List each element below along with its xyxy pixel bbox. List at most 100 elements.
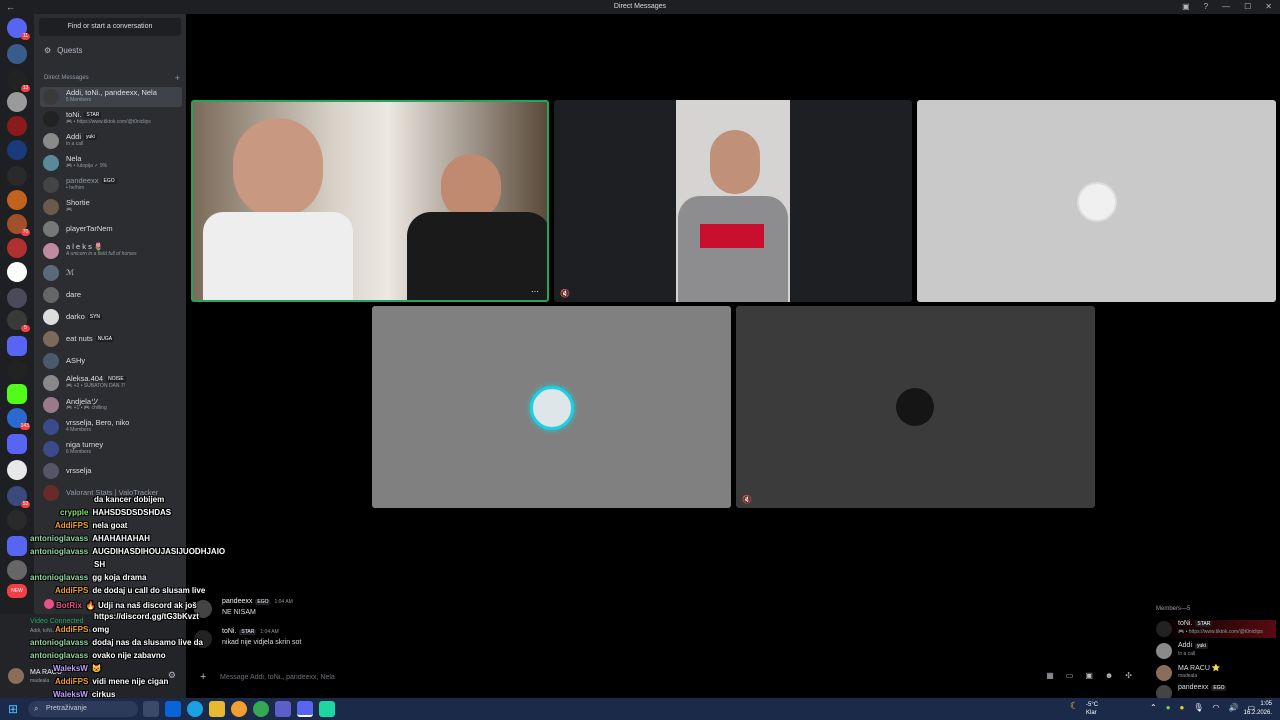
dm-item[interactable]: vrsselja [40,461,182,481]
dm-item[interactable]: vrsselja, Bero, niko 4 Members [40,417,182,437]
user-info[interactable]: MA RACU madeala ⚙ [8,666,178,686]
quests-label: Quests [57,46,83,55]
server-icon[interactable] [7,140,27,160]
maximize-button[interactable]: ☐ [1244,2,1251,12]
folder-icon[interactable] [7,434,27,454]
server-icon[interactable] [7,238,27,258]
apps-icon[interactable]: ✣ [1125,671,1132,680]
server-icon[interactable]: 53 [7,486,30,508]
video-tile-avatar[interactable] [917,100,1276,302]
server-icon[interactable] [7,190,27,210]
tray-app-icon[interactable]: ● [1166,703,1171,712]
folder-icon[interactable] [7,536,27,556]
member-status: madeala [1178,673,1198,679]
kick-server-icon[interactable] [7,384,27,404]
server-icon[interactable] [7,288,27,308]
chevron-up-icon[interactable]: ⌃ [1150,703,1157,712]
teams-icon[interactable] [275,701,291,717]
taskbar-clock[interactable]: 1:05 16.2.2026. [1244,700,1272,718]
sticker-icon[interactable]: ▣ [1085,671,1093,680]
gift-icon[interactable]: ▦ [1046,671,1054,680]
home-button[interactable]: 11 [7,18,30,40]
server-icon[interactable] [7,116,27,136]
avatar [43,221,59,237]
dm-item[interactable]: ASHy [40,351,182,371]
add-attachment-icon[interactable]: + [200,670,206,684]
window-title: Direct Messages [613,3,667,10]
server-icon[interactable]: 143 [7,408,30,430]
file-explorer-icon[interactable] [209,701,225,717]
video-tile-avatar[interactable] [372,306,731,508]
video-tile-speaking[interactable]: ⋯ [191,100,549,302]
taskbar-search[interactable]: ⌕ Pretraživanje [28,701,138,717]
close-button[interactable]: ✕ [1265,2,1272,12]
dm-item[interactable]: Shortie 🎮 [40,197,182,217]
server-icon[interactable]: 13 [7,70,30,92]
dm-item[interactable]: eat nuts NUGA [40,329,182,349]
find-conversation-button[interactable]: Find or start a conversation [39,18,181,36]
message-author[interactable]: toNi. STAR 1:04 AM [222,628,279,635]
gif-icon[interactable]: ▭ [1066,671,1074,680]
dm-item[interactable]: darko SYN [40,307,182,327]
dm-item[interactable]: toNi. STAR 🎮 • https://www.tiktok.com/@t0n… [40,109,182,129]
server-icon[interactable]: 5 [7,310,30,332]
dm-item[interactable]: Nela 🎮 • /utopija ✓ 9% [40,153,182,173]
dm-item[interactable]: Addi yuki In a call [40,131,182,151]
avatar [43,177,59,193]
server-icon[interactable] [7,44,27,64]
participant-shirt [678,196,788,302]
volume-icon[interactable]: 🔊 [1229,703,1239,712]
microphone-icon[interactable]: 🎙 [1193,703,1203,712]
video-tile[interactable]: 🔇 [554,100,912,302]
server-icon[interactable]: 70 [7,214,30,236]
new-badge[interactable]: NEW [7,584,27,598]
video-tile-avatar[interactable]: 🔇 [736,306,1095,508]
server-icon[interactable] [7,460,27,480]
emoji-icon[interactable]: ☻ [1105,671,1113,680]
dm-item[interactable]: dare [40,285,182,305]
browser-icon[interactable] [231,701,247,717]
dm-item[interactable]: a l e k s 🌷 A unicorn in a field full of … [40,241,182,261]
message-avatar[interactable] [194,630,212,648]
windows-start-icon[interactable]: ⊞ [8,702,22,716]
settings-gear-icon[interactable]: ⚙ [168,670,176,681]
member-item[interactable]: MA RACU ⭐ madeala [1156,664,1276,682]
app-icon[interactable] [319,701,335,717]
edge-icon[interactable] [187,701,203,717]
dm-item[interactable]: Addi, toNi., pandeexx, Nela 5 Members [40,87,182,107]
server-icon[interactable] [7,560,27,580]
help-icon[interactable]: ? [1204,2,1208,12]
dm-item[interactable]: niga turney 6 Members [40,439,182,459]
message-avatar[interactable] [194,600,212,618]
message-input[interactable] [220,670,1020,684]
member-item[interactable]: toNi. STAR 🎮 • https://www.tiktok.com/@t0… [1156,620,1276,638]
discord-icon[interactable] [297,701,313,717]
server-icon[interactable] [7,510,27,530]
create-dm-icon[interactable]: + [175,73,180,83]
inbox-icon[interactable]: ▣ [1182,2,1190,12]
dm-item[interactable]: Valorant Stats | ValoTracker [40,483,182,503]
outlook-icon[interactable] [165,701,181,717]
message-author[interactable]: pandeexx EGO 1:04 AM [222,598,293,605]
dm-item[interactable]: Andjelaツ 🎮 +1 • 🎮 chilling [40,395,182,415]
server-icon[interactable] [7,166,27,186]
dm-item[interactable]: playerTarNem [40,219,182,239]
folder-icon[interactable] [7,336,27,356]
tray-app-icon[interactable]: ● [1180,703,1185,712]
dm-item[interactable]: pandeexx EGO • he/him [40,175,182,195]
chrome-icon[interactable] [253,701,269,717]
member-list: Members—5 toNi. STAR 🎮 • https://www.tikt… [1146,596,1280,701]
wifi-icon[interactable]: ◠ [1213,703,1220,712]
task-view-icon[interactable] [143,701,159,717]
member-item[interactable]: Addi yuki In a call [1156,642,1276,660]
server-icon[interactable] [7,262,27,282]
voice-channel-label[interactable]: Addi, toNi., pandeexx, Nela [30,628,91,634]
quests-link[interactable]: ⚙ Quests [44,46,83,55]
more-options-icon[interactable]: ⋯ [531,287,539,296]
avatar [43,353,59,369]
server-icon[interactable] [7,92,27,112]
dm-item[interactable]: ℳ [40,263,182,283]
dm-item[interactable]: Aleksa.404 NOISE 🎮 +2 • SUBATON DAN 7! [40,373,182,393]
server-icon[interactable] [7,360,27,380]
minimize-button[interactable]: — [1222,2,1230,12]
